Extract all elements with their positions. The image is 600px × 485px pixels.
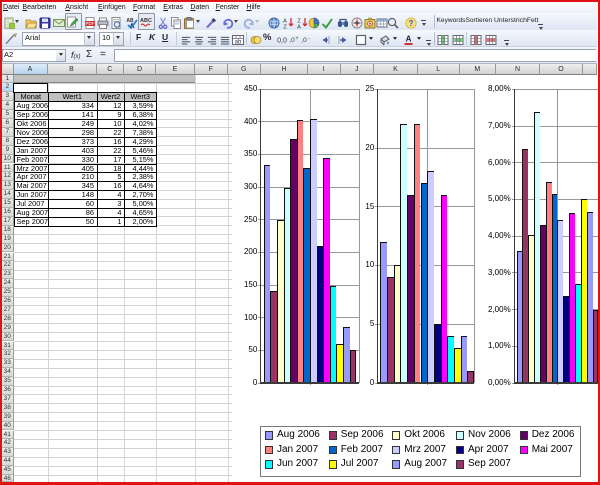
svg-text:,0: ,0 [301, 37, 307, 44]
svg-text:-: - [308, 36, 310, 42]
svg-text:AB: AB [126, 18, 134, 24]
svg-text:PDF: PDF [86, 21, 95, 26]
svg-text:?: ? [408, 18, 413, 27]
svg-text:A: A [297, 24, 301, 29]
svg-text:,0: ,0 [289, 37, 295, 44]
svg-text:Z: Z [283, 24, 287, 29]
svg-text:ABC: ABC [140, 18, 152, 24]
svg-text:ab: ab [235, 39, 242, 45]
svg-text:A: A [406, 34, 412, 43]
svg-text:0,0: 0,0 [277, 37, 287, 44]
svg-text:+: + [295, 36, 299, 42]
